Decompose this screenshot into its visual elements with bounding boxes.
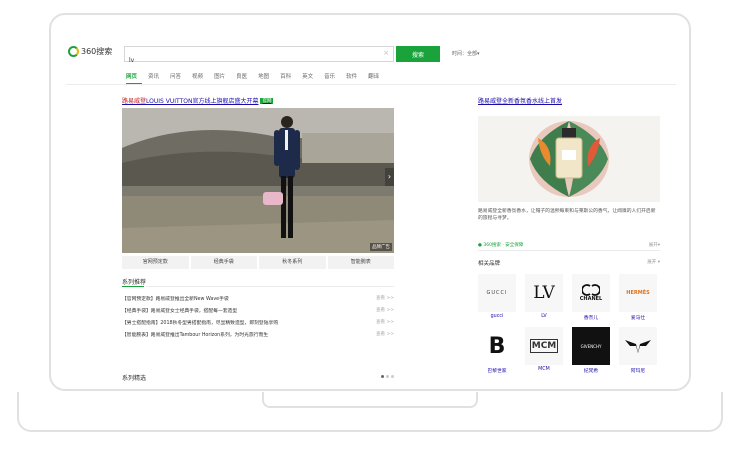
site-logo[interactable]: 360搜索 [68, 46, 112, 57]
perfume-bottle-illustration [478, 116, 660, 202]
time-filter-dropdown[interactable]: 时间：全部▾ [452, 50, 480, 57]
list-item[interactable]: 【智能腕表】路易威登推出Tambour Horizon系列，为时光旅行而生 查看… [122, 328, 394, 340]
featured-series-title: 系列精选 [122, 375, 147, 382]
chevron-right-icon[interactable]: › [385, 168, 394, 186]
carousel-dot[interactable] [391, 375, 394, 378]
laptop-notch [262, 392, 478, 408]
tab-maps[interactable]: 地图 [258, 72, 269, 80]
clear-icon[interactable]: × [383, 49, 389, 57]
brand-card-givenchy[interactable]: GIVENCHY 纪梵希 [572, 327, 610, 374]
brand-name: 纪梵希 [583, 369, 599, 374]
source-expand[interactable]: 展开▾ [649, 242, 660, 248]
search-box: × [124, 46, 394, 68]
brand-card-lv[interactable]: LV LV [525, 274, 563, 321]
ad-title-link[interactable]: 路易威登 LOUIS VUITTON官方线上旗舰店盛大开幕 官网 [122, 96, 400, 105]
subtab-fall-winter[interactable]: 秋冬系列 [259, 256, 326, 269]
brand-name: 阿玛尼 [630, 369, 646, 374]
givenchy-logo: GIVENCHY [572, 327, 610, 365]
source-label[interactable]: ● 360搜索 · 安全保障 [478, 242, 523, 248]
brand-name: 香奈儿 [583, 316, 599, 321]
search-header: 360搜索 × 搜索 时间：全部▾ [66, 38, 676, 68]
brand-name: gucci [490, 314, 504, 319]
brand-name: 爱马仕 [630, 316, 646, 321]
carousel-dots [381, 375, 394, 378]
tab-web[interactable]: 网页 [126, 72, 137, 80]
ad-subtabs: 官网预定款 经典手袋 秋冬系列 智能腕表 [122, 256, 394, 269]
browser-viewport: 360搜索 × 搜索 时间：全部▾ 网页 资讯 问答 视频 图片 良医 地图 百… [66, 38, 676, 383]
list-item[interactable]: 【经典手袋】路易威登女士经典手袋，搭配每一套造型 查看 >> [122, 304, 394, 316]
official-badge: 官网 [260, 97, 274, 104]
subtab-preorder[interactable]: 官网预定款 [122, 256, 189, 269]
armani-eagle-logo [619, 327, 657, 365]
ad-title-text: LOUIS VUITTON官方线上旗舰店盛大开幕 [146, 98, 259, 105]
subtab-smartwatch[interactable]: 智能腕表 [327, 256, 394, 269]
search-input[interactable] [125, 53, 383, 68]
hermes-logo: HERMÈS [619, 274, 657, 312]
logo-ring-icon [68, 46, 79, 57]
ad-hero-image[interactable]: › 品牌广告 [122, 108, 394, 253]
brand-name: 巴黎世家 [487, 369, 507, 374]
chanel-cc-icon [582, 284, 600, 296]
brand-card-chanel[interactable]: CHANEL 香奈儿 [572, 274, 610, 321]
related-brands-grid: GUCCI gucci LV LV CHANEL 香奈儿 HERMÈS 爱马仕 … [478, 274, 666, 374]
list-item[interactable]: 【官网预定款】路易威登推出全新New Wave手袋 查看 >> [122, 292, 394, 304]
search-tabs: 网页 资讯 问答 视频 图片 良医 地图 百科 英文 音乐 软件 翻译 [126, 72, 390, 80]
tab-qa[interactable]: 问答 [170, 72, 181, 80]
tab-health[interactable]: 良医 [236, 72, 247, 80]
brand-name: LV [541, 314, 547, 319]
tabs-divider [66, 84, 676, 85]
list-item-more[interactable]: 查看 >> [376, 307, 394, 313]
list-item-text: 【智能腕表】路易威登推出Tambour Horizon系列，为时光旅行而生 [122, 332, 269, 338]
source-row: ● 360搜索 · 安全保障 展开▾ [478, 242, 660, 248]
perfume-description: 路易威登全新香氛香水，让帽子的温熙每束和与莱斯公的香气，让闻嗅的人们开启新的旅程… [478, 209, 656, 221]
tab-music[interactable]: 音乐 [324, 72, 335, 80]
list-item-more[interactable]: 查看 >> [376, 319, 394, 325]
subtab-classic-bags[interactable]: 经典手袋 [190, 256, 257, 269]
logo-text: 360搜索 [81, 47, 113, 56]
search-button[interactable]: 搜索 [396, 46, 440, 62]
list-item-text: 【男士搭配指南】2018秋冬型男搭配指南，尽显精致造型，即刻登陆享购 [122, 320, 279, 326]
brand-ad-tag: 品牌广告 [370, 243, 392, 251]
tab-english[interactable]: 英文 [302, 72, 313, 80]
list-item-more[interactable]: 查看 >> [376, 331, 394, 337]
mcm-logo: MCM [525, 327, 563, 365]
gucci-logo: GUCCI [478, 274, 516, 312]
brands-expand[interactable]: 展开 ▾ [647, 259, 660, 267]
section-underline [122, 286, 144, 287]
tab-images[interactable]: 图片 [214, 72, 225, 80]
ad-brand-name: 路易威登 [122, 98, 147, 105]
balenciaga-logo: B [478, 327, 516, 365]
chanel-logo: CHANEL [572, 274, 610, 312]
tab-news[interactable]: 资讯 [148, 72, 159, 80]
brand-name: MCM [538, 367, 550, 372]
carousel-dot[interactable] [381, 375, 384, 378]
series-title: 系列推荐 [122, 279, 147, 286]
list-item-text: 【经典手袋】路易威登女士经典手袋，搭配每一套造型 [122, 308, 238, 314]
related-brands-header: 相关品牌 展开 ▾ [478, 259, 660, 267]
perfume-title-link[interactable]: 路易威登全新香氛香水线上首发 [478, 96, 666, 105]
list-item[interactable]: 【男士搭配指南】2018秋冬型男搭配指南，尽显精致造型，即刻登陆享购 查看 >> [122, 316, 394, 328]
carousel-dot[interactable] [386, 375, 389, 378]
brand-card-balenciaga[interactable]: B 巴黎世家 [478, 327, 516, 374]
tab-video[interactable]: 视频 [192, 72, 203, 80]
list-item-more[interactable]: 查看 >> [376, 295, 394, 301]
brand-ad-result: 路易威登 LOUIS VUITTON官方线上旗舰店盛大开幕 官网 › 品牌广告 … [122, 96, 400, 382]
section-divider [146, 286, 394, 287]
related-brands-title: 相关品牌 [478, 261, 501, 267]
runway-photo [122, 108, 394, 253]
brand-card-hermes[interactable]: HERMÈS 爱马仕 [619, 274, 657, 321]
tab-software[interactable]: 软件 [346, 72, 357, 80]
series-list: 【官网预定款】路易威登推出全新New Wave手袋 查看 >> 【经典手袋】路易… [122, 292, 394, 340]
perfume-image[interactable] [478, 116, 660, 202]
tab-baike[interactable]: 百科 [280, 72, 291, 80]
list-item-text: 【官网预定款】路易威登推出全新New Wave手袋 [122, 296, 229, 302]
sidebar-divider [478, 250, 660, 251]
right-sidebar: 路易威登全新香氛香水线上首发 路易威登全新香氛香水，让帽子的温熙每束和与莱斯公的… [478, 96, 666, 374]
eagle-icon [625, 340, 651, 353]
tab-translate[interactable]: 翻译 [368, 72, 379, 80]
brand-card-gucci[interactable]: GUCCI gucci [478, 274, 516, 321]
brand-card-mcm[interactable]: MCM MCM [525, 327, 563, 374]
brand-card-armani[interactable]: 阿玛尼 [619, 327, 657, 374]
lv-logo: LV [525, 274, 563, 312]
